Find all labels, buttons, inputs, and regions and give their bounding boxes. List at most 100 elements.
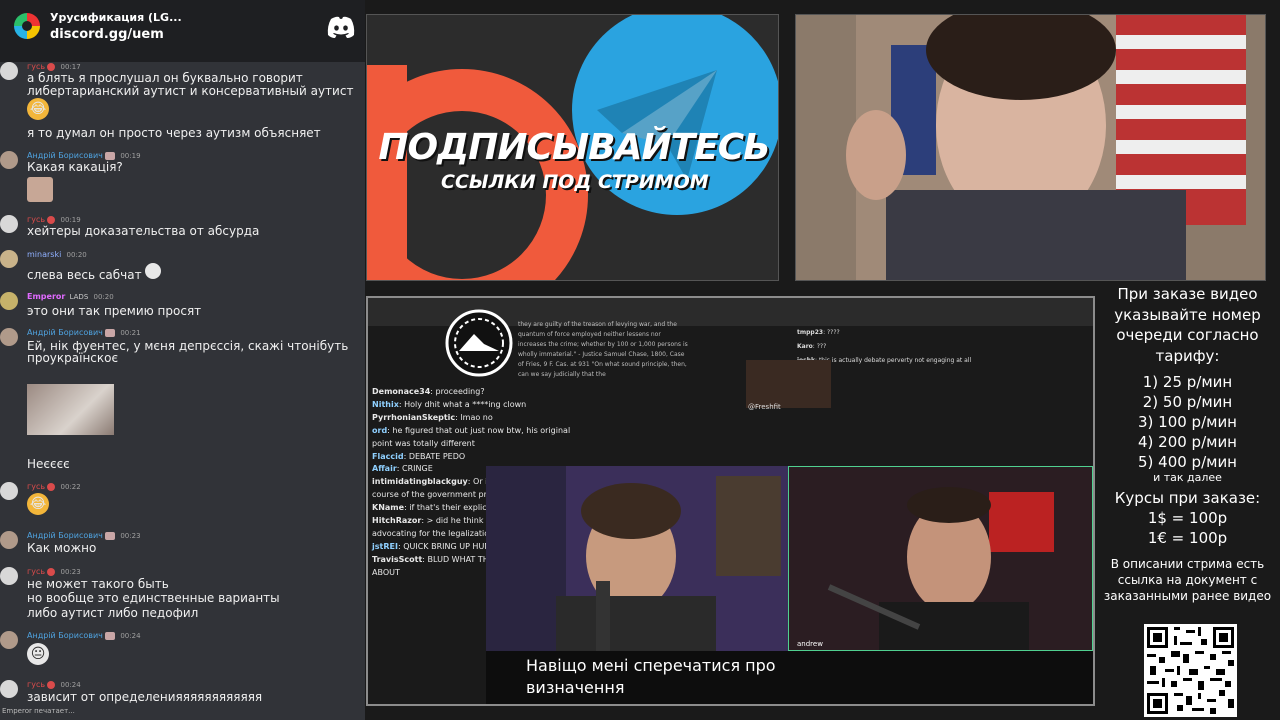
order-instructions: При заказе видео указывайте номер очеред… [1114,285,1261,365]
qr-code-pattern [1144,624,1237,717]
stream-chat-line: PyrrhonianSkeptic: lmao no [372,412,493,422]
timestamp: 00:24 [60,681,81,689]
message-text: а блять я прослушал он буквально говорит [27,71,303,85]
avatar [0,631,18,649]
guest-camera-right: andrew [788,466,1093,651]
username[interactable]: гусь [27,482,45,491]
timestamp: 00:20 [66,251,87,259]
flag-badge-icon [105,632,116,640]
message-text: это они так премию просят [27,304,202,318]
message-text: слева весь сабчат [27,268,142,282]
username[interactable]: minarski [27,250,61,259]
flag-badge-icon [105,152,116,160]
price-list: 1) 25 р/мин 2) 50 р/мин 3) 100 р/мин 4) … [1100,372,1275,472]
laughing-emoji-icon: 😂 [27,98,49,120]
server-name: Урусификация (LG... [50,11,182,24]
message-text: Какая какація? [27,160,123,174]
timestamp: 00:22 [60,483,81,491]
message-meta: Андрій Борисович 00:21 [27,328,141,337]
secondary-chat-line: tmpp23: ???? [797,329,840,336]
username[interactable]: гусь [27,567,45,576]
course-rate: 1€ = 100р [1147,529,1228,547]
camera-scene [486,466,788,651]
chat-username: Karo [797,343,813,350]
server-icon[interactable] [14,13,40,39]
invite-link[interactable]: discord.gg/uem [50,27,164,42]
chat-text: Holy dhit what a ****ing clown [404,399,527,409]
message-meta: гусь 00:17 [27,62,81,71]
price-item: 1) 25 р/мин [1142,373,1233,391]
mini-video-label: @Freshfit [748,403,781,411]
webcam-scene [796,15,1265,280]
chat-text: DEBATE PEDO [408,451,466,461]
flag-badge-icon [105,329,116,337]
courses-title: Курсы при заказе: [1114,489,1261,507]
price-etc: и так далее [1153,471,1222,484]
discord-chat-panel: Урусификация (LG... discord.gg/uem гусь … [0,0,365,720]
secondary-chat-line: joshk: this is actually debate perverty … [793,354,1093,368]
typing-indicator: Emperor печатает... [2,707,75,715]
attached-image[interactable] [27,384,114,435]
message-meta: Андрій Борисович 00:23 [27,531,141,540]
order-info-panel: При заказе видео указывайте номер очеред… [1100,284,1275,604]
username[interactable]: Андрій Борисович [27,328,103,337]
chat-username: Affair [372,464,397,474]
timestamp: 00:19 [120,152,141,160]
message-text: проукраїнскоє [27,351,119,365]
message-text: Как можно [27,541,97,555]
avatar [0,680,18,698]
chat-username: PyrrhonianSkeptic [372,412,456,422]
message-meta: гусь 00:23 [27,567,81,576]
username[interactable]: гусь [27,215,45,224]
message-text: я то думал он просто через аутизм объясн… [27,126,321,140]
username[interactable]: Андрій Борисович [27,151,103,160]
chat-username: Nithix [372,399,399,409]
chat-username: Flaccid [372,451,404,461]
avatar [0,531,18,549]
message-text: Неєєєє [27,457,70,471]
avatar [0,292,18,310]
subtitle-bar: Навіщо мені сперечатися про визначення [486,651,1093,704]
chat-username: ord [372,425,388,435]
avatar [0,567,18,585]
chat-text: proceeding? [435,387,485,396]
price-item: 2) 50 р/мин [1142,393,1233,411]
chat-header: Урусификация (LG... discord.gg/uem [0,0,365,62]
webcam-feed [795,14,1266,281]
courses-list: 1$ = 100р 1€ = 100р [1100,508,1275,548]
promo-subtitle: ССЫЛКИ ПОД СТРИМОМ [441,171,709,193]
chat-username: KName [372,503,405,513]
message-text: либо аутист либо педофил [27,606,199,620]
username[interactable]: гусь [27,680,45,689]
timestamp: 00:17 [60,63,81,71]
username[interactable]: Андрій Борисович [27,531,103,540]
mini-video-thumbnail [746,360,831,408]
avatar [0,482,18,500]
course-rate: 1$ = 100р [1147,509,1228,527]
role-badge-icon [47,681,56,689]
role-badge-icon [47,483,56,491]
username[interactable]: Emperor [27,292,65,301]
timestamp: 00:21 [120,329,141,337]
chat-text: ???? [827,329,840,336]
username[interactable]: гусь [27,62,45,71]
camera-scene [789,467,1092,650]
user-tag: LADS [69,293,89,301]
chat-text: lmao no [460,412,493,422]
chat-username: tmpp23 [797,329,824,336]
message-meta: гусь 00:22 [27,482,81,491]
chat-text: this is actually debate perverty not eng… [818,357,972,364]
username[interactable]: Андрій Борисович [27,631,103,640]
message-text: либертарианский аутист и консервативный … [27,84,354,98]
gear-logo-icon [445,309,513,377]
timestamp: 00:19 [60,216,81,224]
chat-username: intimidatingblackguy [372,477,468,487]
price-item: 5) 400 р/мин [1137,453,1237,471]
message-text: зависит от определенияяяяяяяяяяяя [27,690,263,704]
qr-code [1144,624,1237,717]
price-item: 4) 200 р/мин [1137,433,1237,451]
message-text: хейтеры доказательства от абсурда [27,224,260,238]
message-text: не может такого быть [27,577,169,591]
guest-name-label: andrew [797,640,823,648]
chat-username: TravisScott [372,554,423,564]
